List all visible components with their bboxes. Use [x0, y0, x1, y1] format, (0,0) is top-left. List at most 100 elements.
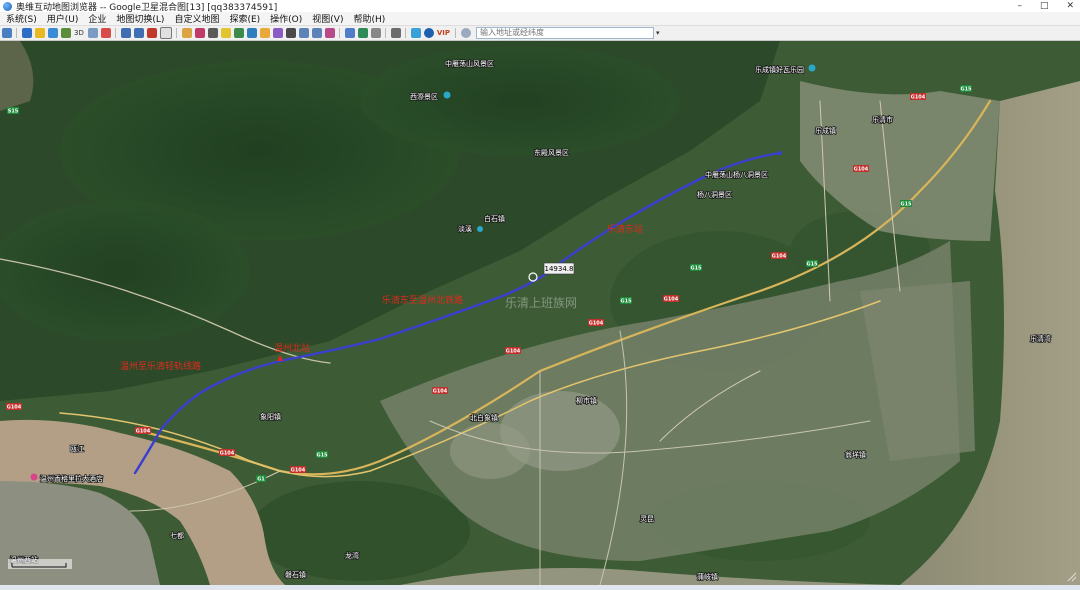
place-label: 北白象镇 [470, 413, 498, 422]
map-scale-bar [8, 559, 72, 569]
svg-text:G104: G104 [664, 297, 679, 303]
layers-icon[interactable] [61, 28, 71, 38]
toolbar-separator [175, 28, 177, 38]
menu-help[interactable]: 帮助(H) [347, 12, 389, 25]
menu-bar: 系统(S) 用户(U) 企业 地图切换(L) 自定义地图 探索(E) 操作(O)… [0, 12, 1080, 26]
compass-icon[interactable] [87, 28, 98, 38]
search-dropdown-chevron-icon[interactable]: ▾ [656, 29, 660, 37]
menu-operation[interactable]: 操作(O) [264, 12, 306, 25]
menu-map-switch[interactable]: 地图切换(L) [110, 12, 168, 25]
redo-icon[interactable] [133, 28, 144, 38]
map-canvas[interactable]: 14934.8 乐清东站 乐清东至温州北铁路 温州北站 温州至乐清轻轨线路 乐清… [0, 41, 1080, 585]
grid-icon[interactable] [344, 28, 355, 38]
menu-system[interactable]: 系统(S) [0, 12, 41, 25]
svg-text:G104: G104 [772, 254, 787, 260]
user-icon[interactable] [22, 28, 32, 38]
menu-view[interactable]: 视图(V) [306, 12, 347, 25]
svg-text:G104: G104 [433, 389, 448, 395]
svg-text:G104: G104 [136, 429, 151, 435]
vip-button[interactable]: VIP [437, 29, 450, 37]
app-globe-icon [3, 1, 12, 11]
shield-g15: G15 [316, 451, 328, 459]
undo-icon[interactable] [120, 28, 131, 38]
chart-icon[interactable] [390, 28, 401, 38]
close-button[interactable]: ✕ [1066, 1, 1074, 11]
measure-distance-icon[interactable] [246, 28, 257, 38]
poi-pin-icon[interactable] [443, 91, 451, 99]
shield-g104: G104 [771, 252, 787, 260]
satellite-map-view[interactable]: 14934.8 乐清东站 乐清东至温州北铁路 温州北站 温州至乐清轻轨线路 乐清… [0, 41, 1080, 585]
maximize-button[interactable]: □ [1040, 1, 1049, 11]
marker-pin-icon[interactable] [100, 28, 111, 38]
shield-g15: G15 [806, 260, 818, 268]
svg-text:G104: G104 [589, 321, 604, 327]
place-label: 乐清市 [872, 115, 893, 124]
place-label: 乐成镇好瓦乐园 [755, 65, 804, 74]
town-beibaixiang [450, 423, 530, 479]
folder-icon[interactable] [181, 28, 192, 38]
annotation-light-rail: 温州至乐清轻轨线路 [120, 360, 201, 372]
menu-custom-map[interactable]: 自定义地图 [168, 12, 223, 25]
search-icon[interactable] [461, 28, 471, 38]
place-label: 中雁荡山风景区 [445, 59, 494, 68]
svg-text:G15: G15 [960, 87, 972, 93]
tools-icon[interactable] [370, 28, 381, 38]
place-label: 杨八洞景区 [697, 190, 732, 199]
route-badge-text: 14934.8 [545, 265, 574, 273]
cloud-sync-icon[interactable] [48, 28, 58, 38]
rotate-left-icon[interactable] [298, 28, 309, 38]
track-icon[interactable] [259, 28, 270, 38]
shield-g104: G104 [505, 347, 521, 355]
poi-pin-icon[interactable] [808, 64, 816, 72]
info-icon[interactable] [423, 28, 434, 38]
route-distance-badge: 14934.8 [543, 262, 575, 275]
shield-g104: G104 [6, 403, 22, 411]
shield-g104: G104 [290, 466, 306, 474]
scissors-icon[interactable] [285, 28, 296, 38]
menu-explore[interactable]: 探索(E) [223, 12, 264, 25]
place-label: 中雁荡山杨八洞景区 [705, 170, 768, 179]
place-label: 西漈景区 [410, 92, 438, 101]
bookmark-icon[interactable] [194, 28, 205, 38]
annotation-leqing-east-station: 乐清东站 [607, 223, 643, 235]
watermark: 乐清上班族网 [505, 296, 577, 310]
save-icon[interactable] [2, 28, 12, 38]
draw-line-icon[interactable] [233, 28, 244, 38]
edit-tool-icon[interactable] [272, 28, 283, 38]
place-label: 灵昆 [640, 515, 654, 523]
shield-g15: G15 [690, 264, 702, 272]
sun-icon[interactable] [220, 28, 231, 38]
mountain-shade [0, 201, 250, 341]
pen-icon[interactable] [357, 28, 368, 38]
route-end-point[interactable] [778, 151, 782, 155]
shield-g104: G104 [219, 449, 235, 457]
star-favorite-icon[interactable] [35, 28, 45, 38]
shield-s15: S15 [7, 107, 19, 115]
shield-g104: G104 [432, 387, 448, 395]
satellite-icon[interactable] [410, 28, 421, 38]
shield-g104: G104 [910, 93, 926, 101]
place-label: 象阳镇 [260, 412, 281, 421]
poi-pin-icon[interactable] [477, 226, 483, 232]
hotel-pin-icon[interactable] [30, 473, 38, 481]
menu-enterprise[interactable]: 企业 [82, 12, 110, 25]
record-icon[interactable] [146, 28, 157, 38]
shield-g15: G15 [960, 85, 972, 93]
window-controls: – □ ✕ [1017, 0, 1074, 12]
minimize-button[interactable]: – [1017, 1, 1022, 11]
address-search-input[interactable] [476, 27, 654, 39]
rotate-right-icon[interactable] [311, 28, 322, 38]
zoom-icon[interactable] [324, 28, 335, 38]
toggle-3d-button[interactable]: 3D [74, 29, 84, 37]
place-label: 乐成镇 [815, 126, 836, 135]
toolbar-separator [455, 28, 456, 38]
svg-text:G15: G15 [316, 453, 328, 459]
place-label: 翁垟镇 [845, 450, 866, 459]
rectangle-select-icon[interactable] [159, 27, 172, 39]
print-icon[interactable] [207, 28, 218, 38]
status-bar [0, 585, 1080, 590]
menu-user[interactable]: 用户(U) [41, 12, 83, 25]
toolbar: 3D VIP ▾ [0, 26, 1080, 41]
place-label: 东殿风景区 [534, 148, 569, 157]
toolbar-separator [338, 28, 340, 38]
